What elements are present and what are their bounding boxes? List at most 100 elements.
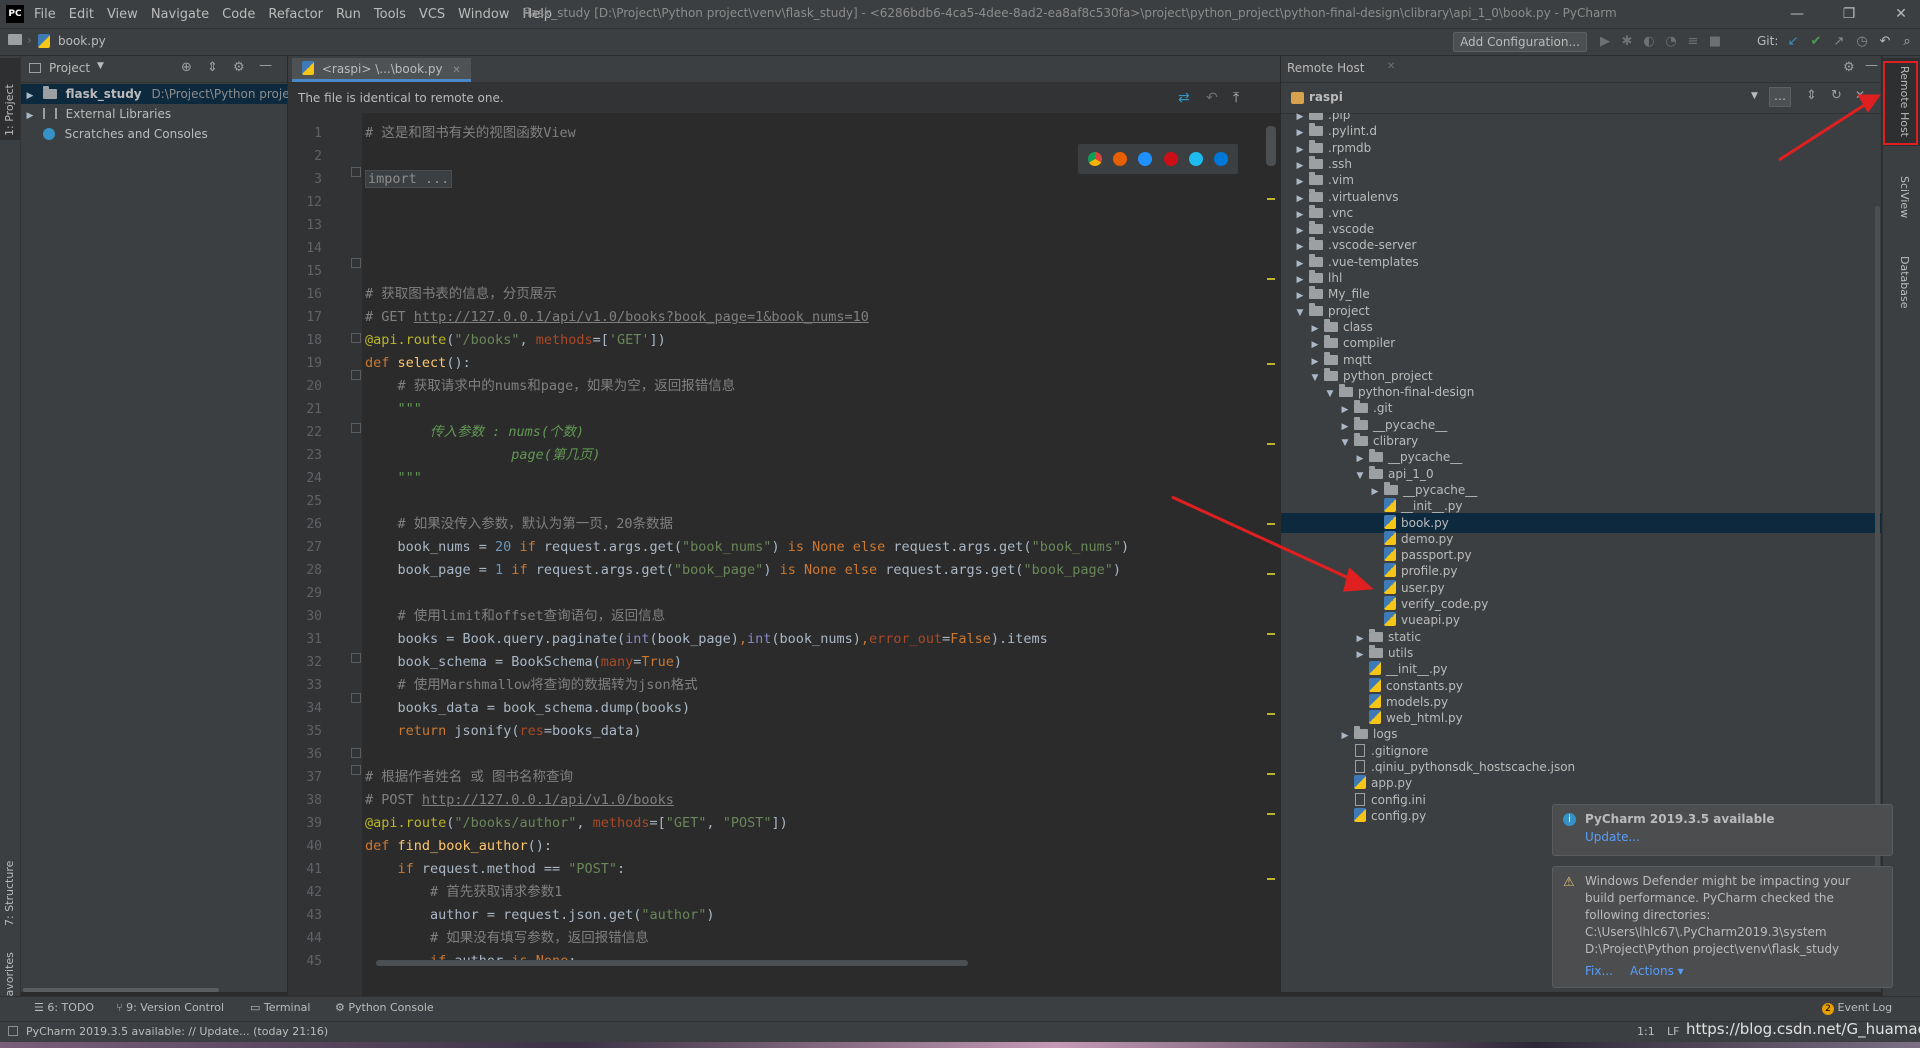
project-panel-title[interactable]: Project [49, 61, 90, 75]
menu-file[interactable]: File [34, 7, 56, 22]
edge-icon[interactable] [1214, 152, 1229, 166]
menu-window[interactable]: Window [458, 7, 509, 22]
menu-tools[interactable]: Tools [374, 7, 406, 22]
breadcrumb-file[interactable]: book.py [58, 34, 106, 48]
git-update-icon[interactable]: ↙ [1785, 34, 1801, 50]
menu-refactor[interactable]: Refactor [268, 7, 323, 22]
chevron-down-icon[interactable]: ▼ [1751, 91, 1758, 101]
warning-mark[interactable] [1267, 713, 1275, 715]
maximize-icon[interactable]: ❐ [1832, 4, 1866, 24]
menu-vcs[interactable]: VCS [419, 7, 445, 22]
tree-item-flask-study[interactable]: ▶ flask_study D:\Project\Python project\ [21, 84, 305, 106]
update-link[interactable]: Update... [1585, 830, 1640, 844]
fold-marker-icon[interactable] [351, 765, 361, 775]
warning-mark[interactable] [1267, 443, 1275, 445]
database-tool-tab[interactable]: Database [1898, 256, 1911, 309]
fold-marker-icon[interactable] [351, 333, 361, 343]
ie-icon[interactable] [1188, 152, 1203, 166]
structure-tool-tab[interactable]: 7: Structure [3, 861, 16, 926]
warning-mark[interactable] [1267, 523, 1275, 525]
safari-icon[interactable] [1138, 152, 1153, 166]
terminal-tool-tab[interactable]: ▭ Terminal [250, 1001, 310, 1014]
status-icon[interactable] [8, 1026, 18, 1036]
debug-icon[interactable]: ✱ [1619, 34, 1635, 50]
fold-marker-icon[interactable] [351, 748, 361, 758]
chevron-down-icon[interactable]: ▼ [97, 61, 104, 71]
remote-tree-scrollbar[interactable] [1875, 206, 1880, 906]
add-configuration-button[interactable]: Add Configuration... [1453, 32, 1587, 52]
version-control-tool-tab[interactable]: ⑂ 9: Version Control [116, 1001, 224, 1014]
line-number-gutter: 1 2 3 12 13 14 15 16 17 18 19 20 21 22 23 24 25 26 27 28 29 3… [288, 113, 362, 1025]
expand-arrow-icon[interactable]: ▶ [25, 86, 35, 106]
fold-marker-icon[interactable] [351, 258, 361, 268]
line-separator[interactable]: LF [1667, 1022, 1679, 1042]
close-tab-icon[interactable]: ✕ [1387, 61, 1395, 72]
search-icon[interactable]: ⌕ [1899, 34, 1915, 50]
revert-icon[interactable]: ↶ [1206, 83, 1218, 113]
collapse-all-icon[interactable]: ⇕ [207, 60, 218, 75]
menu-run[interactable]: Run [336, 7, 361, 22]
profile-icon[interactable]: ◔ [1663, 34, 1679, 50]
expand-arrow-icon[interactable]: ▶ [25, 106, 35, 126]
run-icon[interactable]: ▶ [1597, 34, 1613, 50]
warning-mark[interactable] [1267, 773, 1275, 775]
menu-navigate[interactable]: Navigate [151, 7, 209, 22]
event-log-tool-tab[interactable]: 2 Event Log [1822, 1001, 1892, 1015]
gear-icon[interactable]: ⚙ [1843, 60, 1855, 75]
tree-item-scratches[interactable]: Scratches and Consoles [21, 124, 208, 144]
compare-icon[interactable]: ⇄ [1178, 83, 1190, 113]
gear-icon[interactable]: ⚙ [233, 60, 245, 75]
locate-icon[interactable]: ⊕ [181, 60, 192, 75]
folder-icon[interactable] [8, 34, 22, 45]
fold-marker-icon[interactable] [351, 167, 361, 177]
todo-tool-tab[interactable]: ☰ 6: TODO [34, 1001, 94, 1014]
hide-panel-icon[interactable]: — [1865, 58, 1878, 73]
warning-mark[interactable] [1267, 198, 1275, 200]
build-icon[interactable]: ≡ [1685, 34, 1701, 50]
firefox-icon[interactable] [1112, 152, 1127, 166]
opera-icon[interactable] [1163, 152, 1178, 166]
fold-marker-icon[interactable] [351, 693, 361, 703]
warning-mark[interactable] [1267, 813, 1275, 815]
tree-item-external-libraries[interactable]: ▶ External Libraries [21, 104, 172, 126]
history-icon[interactable]: ◷ [1854, 34, 1870, 50]
collapse-all-icon[interactable]: ⇕ [1806, 88, 1817, 103]
actions-link[interactable]: Actions ▾ [1630, 964, 1684, 978]
fold-marker-icon[interactable] [351, 423, 361, 433]
menu-code[interactable]: Code [222, 7, 255, 22]
warning-mark[interactable] [1267, 573, 1275, 575]
browse-button[interactable]: … [1769, 87, 1791, 107]
warning-mark[interactable] [1267, 633, 1275, 635]
warning-mark[interactable] [1267, 878, 1275, 880]
menu-edit[interactable]: Edit [69, 7, 94, 22]
chrome-icon[interactable] [1087, 152, 1102, 166]
caret-position[interactable]: 1:1 [1637, 1022, 1655, 1042]
remote-host-selector[interactable]: raspi [1309, 90, 1343, 104]
horizontal-scrollbar[interactable] [23, 988, 219, 992]
remote-tree-item-label: user.py [1401, 580, 1445, 595]
git-commit-icon[interactable]: ✔ [1808, 34, 1824, 50]
editor-horizontal-scrollbar[interactable] [376, 960, 968, 966]
sciview-tool-tab[interactable]: SciView [1898, 176, 1911, 218]
fix-link[interactable]: Fix... [1585, 964, 1613, 978]
close-icon[interactable]: ✕ [1884, 4, 1918, 24]
close-icon[interactable]: ✕ [1855, 88, 1865, 102]
project-tool-tab[interactable]: 1: Project [3, 84, 16, 136]
fold-marker-icon[interactable] [351, 370, 361, 380]
status-message[interactable]: PyCharm 2019.3.5 available: // Update...… [26, 1022, 328, 1042]
coverage-icon[interactable]: ◐ [1641, 34, 1657, 50]
minimize-icon[interactable]: — [1780, 4, 1814, 24]
rollback-icon[interactable]: ↶ [1877, 34, 1893, 50]
stop-icon[interactable]: ■ [1707, 34, 1723, 50]
close-tab-icon[interactable]: ✕ [452, 65, 460, 76]
warning-mark[interactable] [1267, 278, 1275, 280]
refresh-icon[interactable]: ↻ [1831, 88, 1842, 103]
hide-panel-icon[interactable]: — [259, 58, 272, 73]
menu-view[interactable]: View [107, 7, 138, 22]
python-console-tool-tab[interactable]: ⚙ Python Console [335, 1001, 434, 1014]
editor-tab-book-py[interactable]: <raspi> \...\book.py ✕ [292, 58, 471, 82]
git-push-icon[interactable]: ↗ [1831, 34, 1847, 50]
warning-mark[interactable] [1267, 363, 1275, 365]
fold-marker-icon[interactable] [351, 653, 361, 663]
upload-icon[interactable]: ⤒ [1233, 83, 1239, 113]
